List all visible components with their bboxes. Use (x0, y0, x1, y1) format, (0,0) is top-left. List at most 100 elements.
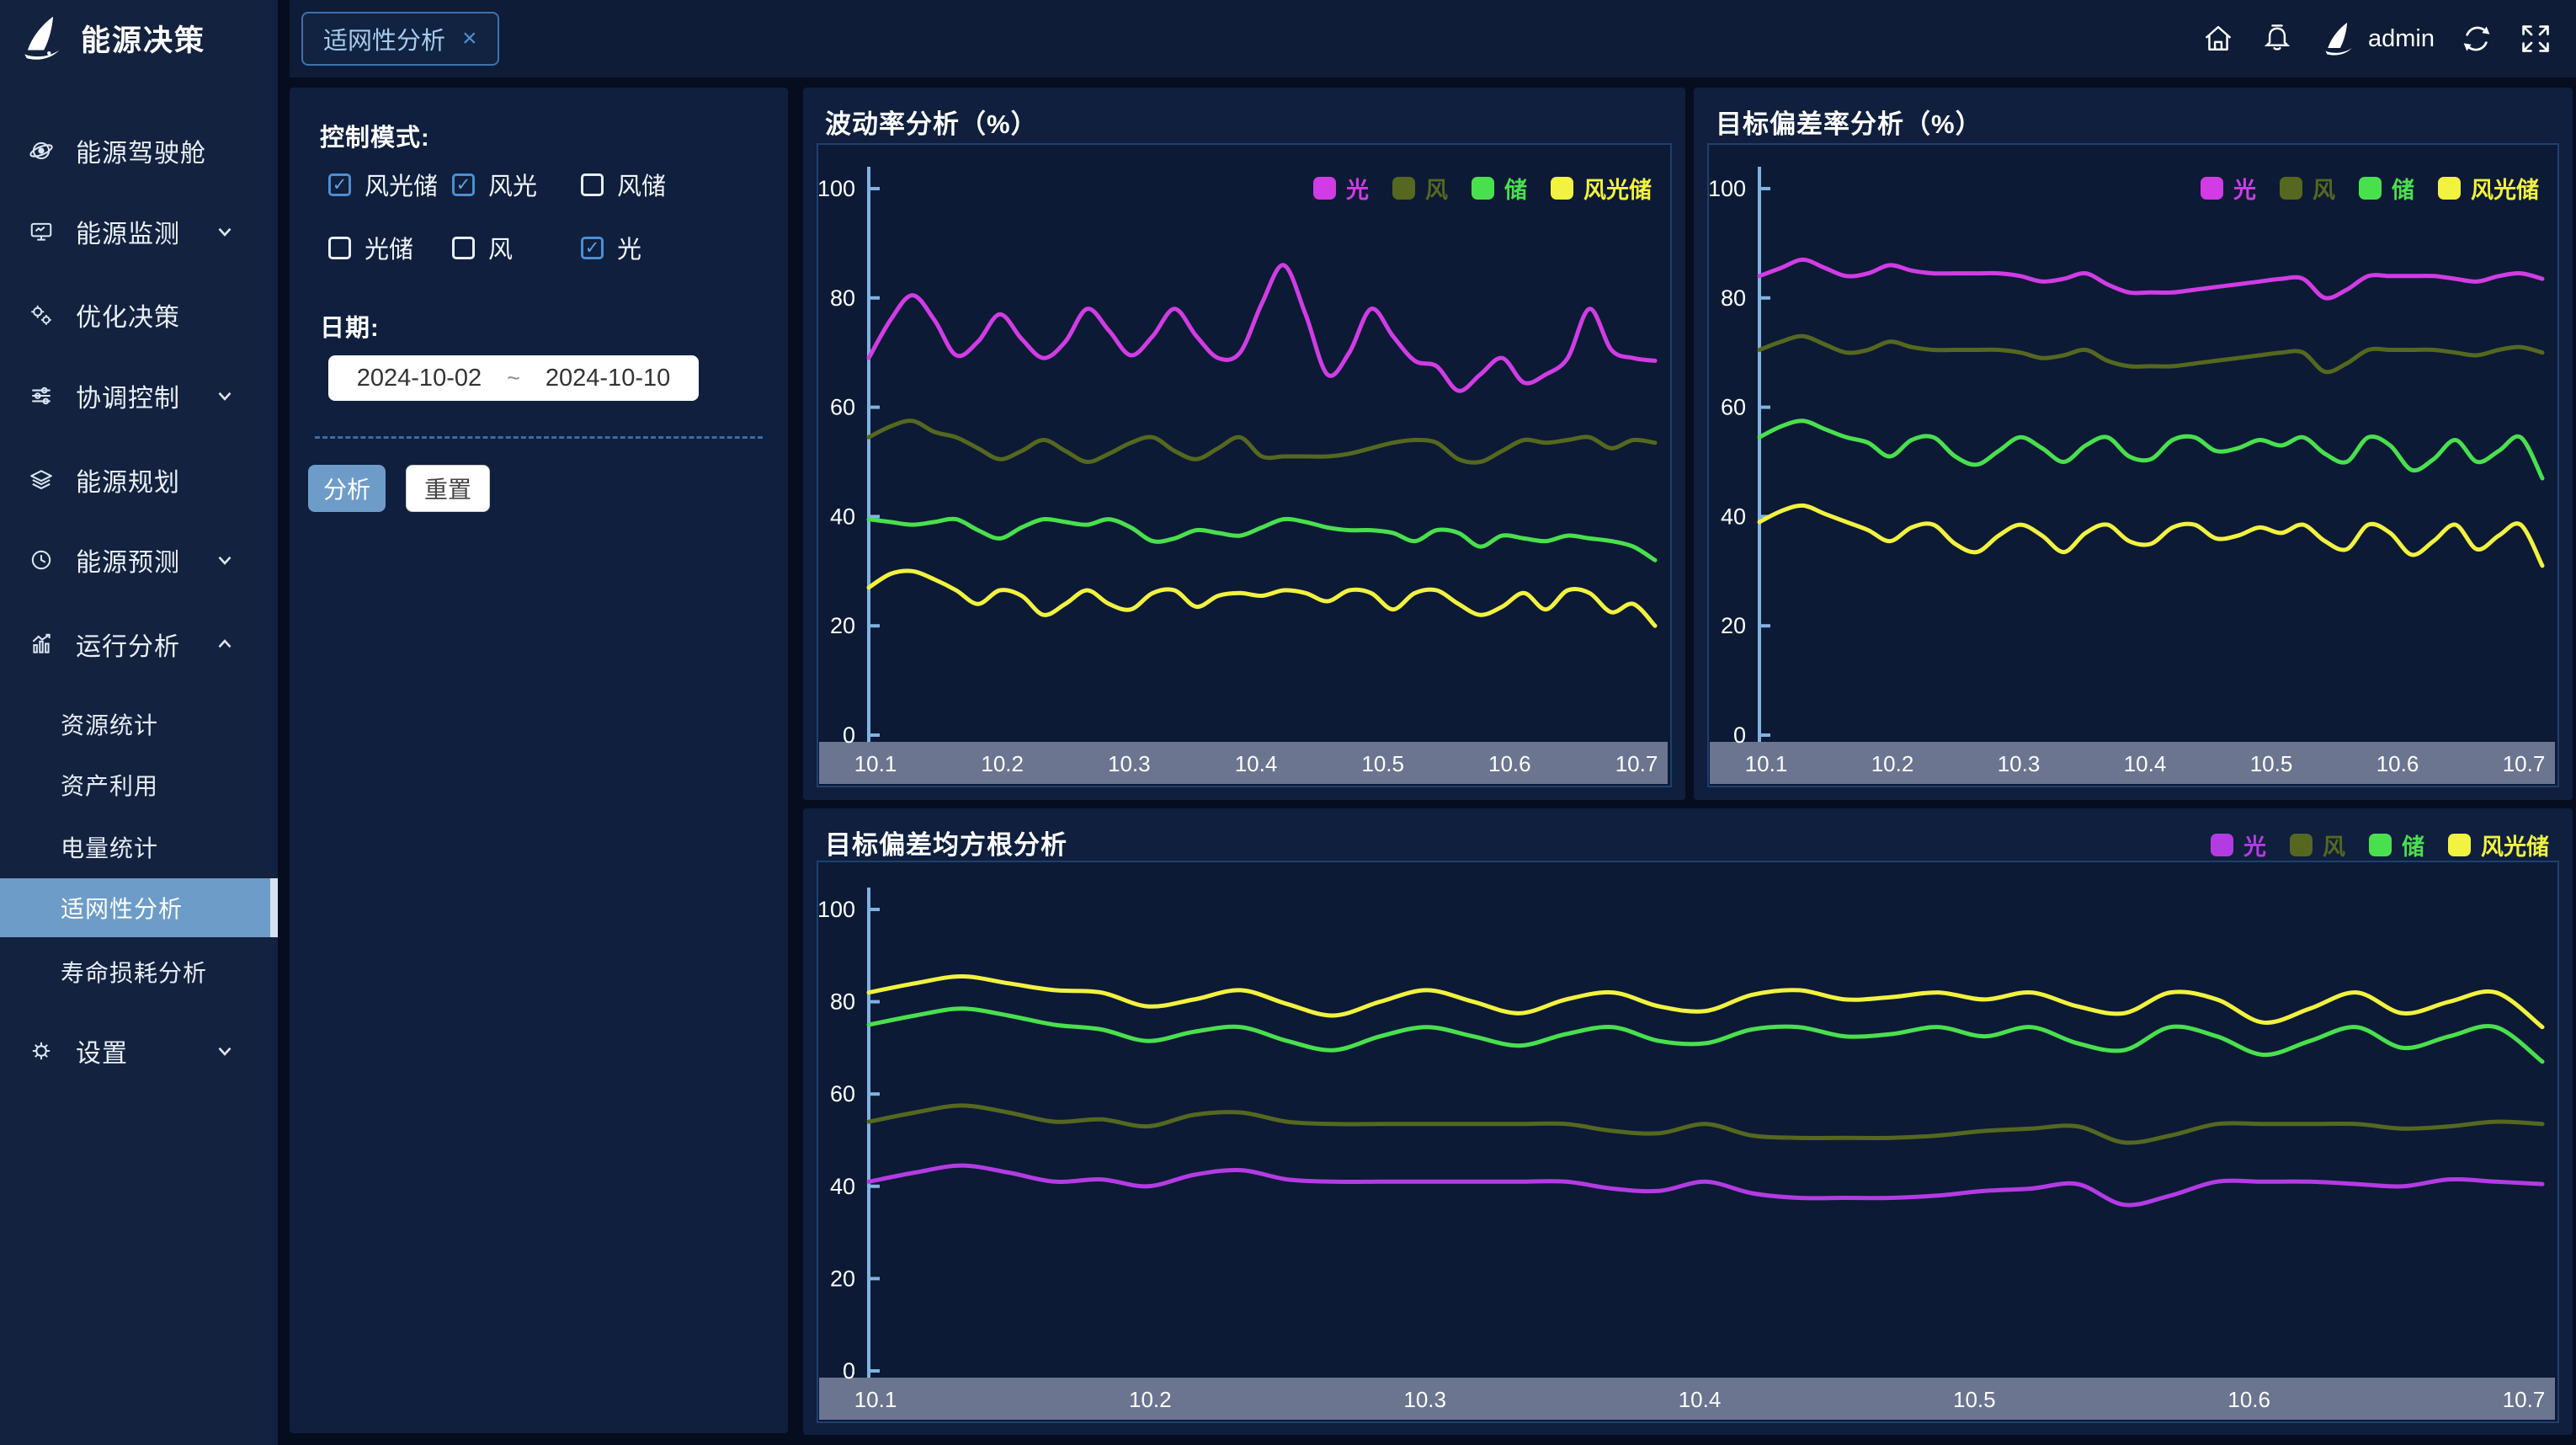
reset-button[interactable]: 重置 (406, 465, 490, 512)
legend-item-风光储[interactable]: 风光储 (2448, 829, 2549, 861)
sidebar-item-energy-monitor[interactable]: 能源监测 (0, 195, 278, 268)
sidebar-subitem-label: 资源统计 (61, 707, 158, 741)
svg-text:10.5: 10.5 (1361, 751, 1404, 776)
sidebar-subitem-asset-utilization[interactable]: 资产利用 (0, 755, 278, 814)
svg-text:20: 20 (1721, 613, 1746, 638)
tab-close-icon[interactable]: × (462, 26, 477, 51)
sidebar-item-operation-analysis[interactable]: 运行分析 (0, 608, 278, 680)
chart-title: 目标偏差率分析（%） (1716, 103, 1983, 141)
legend-swatch (2359, 177, 2382, 200)
legend-item-风[interactable]: 风 (1392, 172, 1448, 205)
svg-text:10.7: 10.7 (2503, 1387, 2546, 1412)
dashboard-icon (29, 138, 54, 163)
sliders-icon (29, 383, 54, 408)
sidebar-item-energy-forecast[interactable]: 能源预测 (0, 524, 278, 596)
legend-item-风光储[interactable]: 风光储 (2438, 172, 2539, 205)
legend-swatch (2211, 834, 2233, 856)
legend-label: 风 (1425, 172, 1448, 205)
checkbox-wind-storage[interactable]: 风储 (581, 167, 666, 202)
chevron-down-icon (214, 1040, 236, 1062)
checkbox-label: 风储 (617, 167, 666, 202)
user-menu[interactable]: admin (2319, 20, 2435, 57)
analyze-button[interactable]: 分析 (308, 465, 386, 512)
chart-canvas: 10.110.210.310.410.510.610.7020406080100 (818, 145, 1670, 786)
checkbox-wind-solar[interactable]: 风光 (452, 167, 537, 202)
svg-text:10.6: 10.6 (1488, 751, 1531, 776)
legend-label: 储 (2402, 829, 2424, 861)
svg-text:10.3: 10.3 (1998, 751, 2041, 776)
svg-text:100: 100 (1709, 176, 1746, 201)
sidebar-subitem-life-loss-analysis[interactable]: 寿命损耗分析 (0, 942, 278, 1001)
checkbox-label: 光储 (365, 230, 413, 265)
svg-text:10.7: 10.7 (1615, 751, 1658, 776)
sail-logo-icon (19, 13, 67, 62)
chart-legend: 光风 储 风光储 (2201, 172, 2539, 205)
bell-icon[interactable] (2260, 22, 2294, 56)
sidebar-item-energy-cockpit[interactable]: 能源驾驶舱 (0, 115, 278, 187)
checkbox-solar-storage[interactable]: 光储 (328, 230, 413, 265)
tab-grid-adaptability-analysis[interactable]: 适网性分析 × (301, 12, 499, 66)
checkbox-wind-solar-storage[interactable]: 风光储 (328, 167, 438, 202)
home-icon[interactable] (2201, 22, 2235, 56)
legend-swatch (1551, 177, 1573, 200)
svg-text:20: 20 (830, 613, 855, 638)
legend-item-风[interactable]: 风 (2290, 829, 2345, 861)
legend-swatch (1313, 177, 1336, 200)
control-panel: 控制模式: 风光储 风光 风储 光储 风 光 日期: 2024-10-02 ~ … (290, 88, 788, 1433)
user-avatar-sail-icon (2319, 20, 2360, 57)
date-range-separator: ~ (507, 365, 520, 392)
gears-icon (29, 302, 54, 328)
svg-text:10.1: 10.1 (854, 751, 897, 776)
sidebar-item-settings[interactable]: 设置 (0, 1015, 278, 1087)
chevron-down-icon (214, 221, 236, 243)
fullscreen-icon[interactable] (2519, 22, 2552, 56)
sidebar-subitem-electricity-stats[interactable]: 电量统计 (0, 818, 278, 877)
monitor-icon (29, 219, 54, 244)
active-indicator-bar (270, 878, 278, 937)
legend-item-光[interactable]: 光 (2201, 172, 2256, 205)
svg-text:10.5: 10.5 (1953, 1387, 1996, 1412)
legend-swatch (2290, 834, 2313, 856)
refresh-icon[interactable] (2460, 22, 2494, 56)
sidebar-item-label: 能源规划 (76, 461, 180, 499)
sidebar-item-optimize-decision[interactable]: 优化决策 (0, 279, 278, 351)
checkbox-solar[interactable]: 光 (581, 230, 641, 265)
target-deviation-line-chart: 10.110.210.310.410.510.610.7020406080100 (1707, 143, 2559, 787)
sidebar-subitem-label: 资产利用 (61, 768, 158, 802)
date-range-input[interactable]: 2024-10-02 ~ 2024-10-10 (328, 355, 699, 401)
app-logo: 能源决策 (19, 13, 205, 62)
chevron-down-icon (214, 385, 236, 407)
legend-swatch (1392, 177, 1415, 200)
legend-item-储[interactable]: 储 (2359, 172, 2414, 205)
sidebar: 能源决策 能源驾驶舱 能源监测 (0, 0, 278, 1445)
sidebar-subitem-label: 电量统计 (61, 830, 158, 864)
checkbox-wind[interactable]: 风 (452, 230, 513, 265)
checkbox-box (581, 173, 604, 196)
gear-icon (29, 1038, 54, 1064)
rms-deviation-line-chart: 10.110.210.310.410.510.610.7020406080100 (817, 861, 2559, 1423)
sidebar-item-coordinate-control[interactable]: 协调控制 (0, 360, 278, 432)
svg-text:10.7: 10.7 (2503, 751, 2546, 776)
chart-legend: 光风 储风光储 (2211, 829, 2549, 861)
legend-label: 风光储 (2471, 172, 2539, 205)
legend-item-光[interactable]: 光 (2211, 829, 2266, 861)
svg-text:100: 100 (818, 176, 855, 201)
svg-text:10.2: 10.2 (1871, 751, 1914, 776)
legend-swatch (2201, 177, 2223, 200)
legend-item-光[interactable]: 光 (1313, 172, 1369, 205)
svg-text:10.4: 10.4 (2124, 751, 2167, 776)
app-title: 能源决策 (81, 17, 205, 60)
checkbox-box (328, 173, 351, 196)
svg-text:40: 40 (830, 1174, 855, 1199)
svg-text:100: 100 (818, 897, 855, 922)
legend-label: 储 (2392, 172, 2414, 205)
target-deviation-chart-panel: 目标偏差率分析（%） 光风储风光储 10.110.210.310.410.510… (1694, 88, 2573, 800)
legend-label: 光 (1346, 172, 1369, 205)
legend-item-风[interactable]: 风 (2280, 172, 2335, 205)
legend-item-储[interactable]: 储 (2369, 829, 2424, 861)
sidebar-item-energy-planning[interactable]: 能源规划 (0, 444, 278, 516)
sidebar-subitem-resource-stats[interactable]: 资源统计 (0, 695, 278, 754)
sidebar-subitem-grid-adaptability-analysis[interactable]: 适网性分析 (0, 878, 278, 937)
legend-item-储[interactable]: 储 (1472, 172, 1527, 205)
legend-item-风光储[interactable]: 风光储 (1551, 172, 1652, 205)
